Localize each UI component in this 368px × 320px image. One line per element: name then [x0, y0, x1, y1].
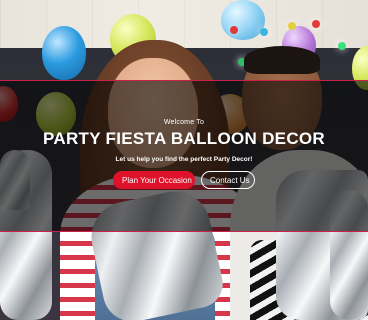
contact-us-button[interactable]: Contact Us [201, 171, 255, 189]
hero-buttons: Plan Your Occasion Contact Us [113, 171, 255, 189]
hero-title: PARTY FIESTA BALLOON DECOR [42, 129, 325, 148]
hero-section: Welcome To PARTY FIESTA BALLOON DECOR Le… [0, 80, 368, 230]
hero-eyebrow: Welcome To [163, 119, 205, 126]
man-hair [244, 46, 320, 74]
plan-occasion-button[interactable]: Plan Your Occasion [113, 171, 195, 189]
blue-balloon [42, 26, 86, 80]
hero-subtitle: Let us help you find the perfect Party D… [115, 156, 253, 163]
